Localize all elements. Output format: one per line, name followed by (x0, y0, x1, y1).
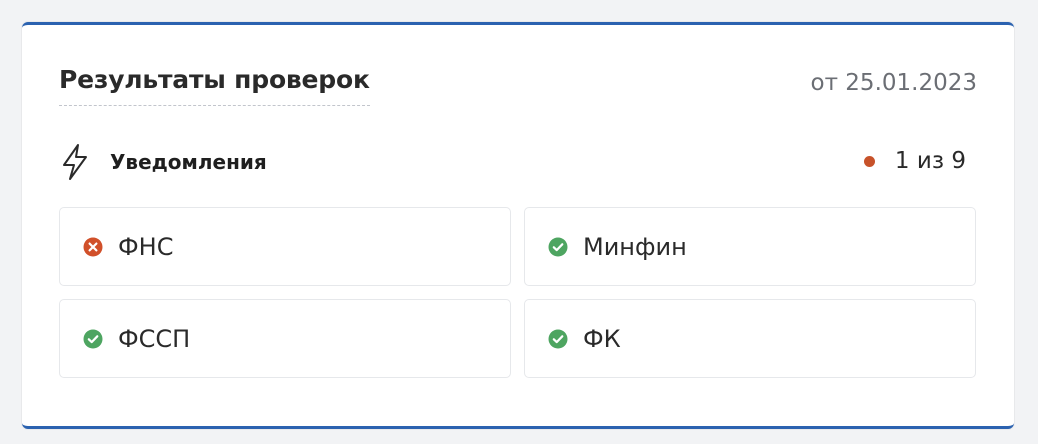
check-tile-fk[interactable]: ФК (524, 299, 976, 378)
counter-text: 1 из 9 (894, 148, 966, 174)
notifications-counter[interactable]: 1 из 9 (863, 147, 966, 175)
check-label: Минфин (583, 232, 687, 261)
check-date: от 25.01.2023 (810, 70, 977, 96)
check-label: ФК (583, 324, 621, 353)
check-circle-icon (83, 329, 103, 348)
lightning-icon (63, 144, 87, 180)
check-circle-icon (548, 329, 568, 348)
notifications-label: Уведомления (110, 150, 267, 174)
check-label: ФССП (118, 324, 191, 353)
status-dot (863, 155, 875, 167)
check-label: ФНС (118, 232, 174, 261)
check-tile-fns[interactable]: ФНС (59, 207, 511, 286)
error-x-icon (83, 237, 103, 256)
card-title[interactable]: Результаты проверок (59, 63, 370, 106)
check-results-card: Результаты проверок от 25.01.2023 Уведом… (22, 22, 1014, 429)
check-tile-minfin[interactable]: Минфин (524, 207, 976, 286)
check-tile-fssp[interactable]: ФССП (59, 299, 511, 378)
check-circle-icon (548, 237, 568, 256)
